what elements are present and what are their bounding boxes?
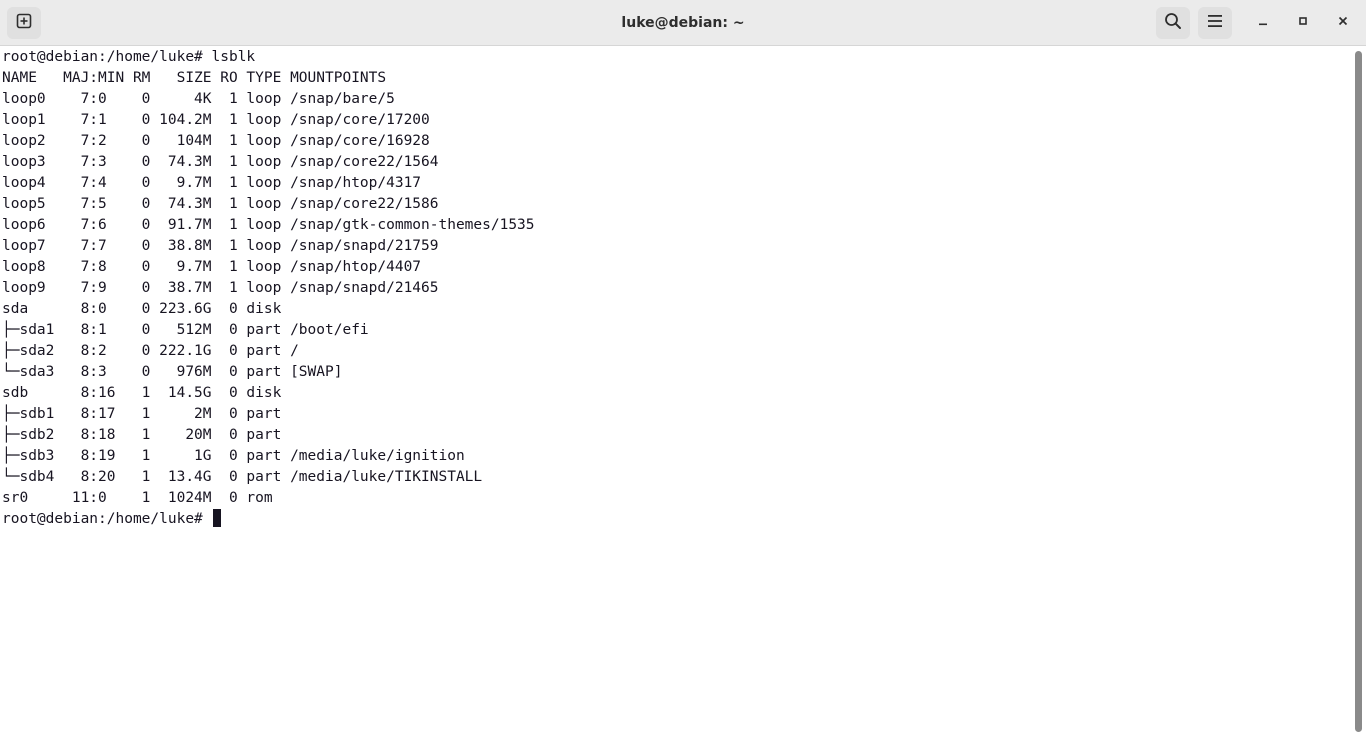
minimize-icon [1257, 14, 1269, 32]
search-button[interactable] [1156, 7, 1190, 39]
terminal-line: root@debian:/home/luke# lsblk [2, 49, 256, 65]
terminal-line: ├─sdb2 8:18 1 20M 0 part [2, 427, 282, 443]
maximize-button[interactable] [1291, 11, 1315, 35]
terminal-line: loop5 7:5 0 74.3M 1 loop /snap/core22/15… [2, 196, 439, 212]
terminal-output[interactable]: root@debian:/home/luke# lsblk NAME MAJ:M… [0, 47, 1350, 736]
new-tab-button[interactable] [7, 7, 41, 39]
terminal-line: loop2 7:2 0 104M 1 loop /snap/core/16928 [2, 133, 430, 149]
prompt-line[interactable]: root@debian:/home/luke# [0, 509, 1350, 530]
close-icon [1337, 14, 1349, 32]
terminal-line: ├─sdb1 8:17 1 2M 0 part [2, 406, 282, 422]
main-menu-button[interactable] [1198, 7, 1232, 39]
terminal-line: loop9 7:9 0 38.7M 1 loop /snap/snapd/214… [2, 280, 439, 296]
minimize-button[interactable] [1251, 11, 1275, 35]
terminal-line: sr0 11:0 1 1024M 0 rom [2, 490, 273, 506]
terminal-line: sda 8:0 0 223.6G 0 disk [2, 301, 282, 317]
terminal-line: └─sda3 8:3 0 976M 0 part [SWAP] [2, 364, 343, 380]
close-button[interactable] [1331, 11, 1355, 35]
maximize-icon [1297, 14, 1309, 32]
shell-prompt: root@debian:/home/luke# [2, 511, 212, 527]
terminal-line: loop0 7:0 0 4K 1 loop /snap/bare/5 [2, 91, 395, 107]
vertical-scrollbar[interactable] [1350, 47, 1366, 736]
terminal-line: └─sdb4 8:20 1 13.4G 0 part /media/luke/T… [2, 469, 483, 485]
hamburger-menu-icon [1207, 14, 1223, 33]
terminal-line: sdb 8:16 1 14.5G 0 disk [2, 385, 282, 401]
terminal-window: luke@debian: ~ root@debian:/home/luke# l… [0, 0, 1366, 736]
search-icon [1164, 12, 1182, 35]
terminal-line: ├─sda1 8:1 0 512M 0 part /boot/efi [2, 322, 369, 338]
terminal-line: ├─sda2 8:2 0 222.1G 0 part / [2, 343, 299, 359]
terminal-line: loop6 7:6 0 91.7M 1 loop /snap/gtk-commo… [2, 217, 535, 233]
new-tab-icon [16, 13, 32, 34]
scrollbar-thumb[interactable] [1355, 51, 1362, 732]
terminal-line: loop3 7:3 0 74.3M 1 loop /snap/core22/15… [2, 154, 439, 170]
terminal-line: loop4 7:4 0 9.7M 1 loop /snap/htop/4317 [2, 175, 422, 191]
terminal-line: loop8 7:8 0 9.7M 1 loop /snap/htop/4407 [2, 259, 422, 275]
terminal-line: loop1 7:1 0 104.2M 1 loop /snap/core/172… [2, 112, 430, 128]
terminal-line: ├─sdb3 8:19 1 1G 0 part /media/luke/igni… [2, 448, 465, 464]
text-cursor [212, 509, 221, 527]
terminal-line: NAME MAJ:MIN RM SIZE RO TYPE MOUNTPOINTS [2, 70, 387, 86]
header-bar: luke@debian: ~ [0, 0, 1366, 46]
terminal-line: loop7 7:7 0 38.8M 1 loop /snap/snapd/217… [2, 238, 439, 254]
